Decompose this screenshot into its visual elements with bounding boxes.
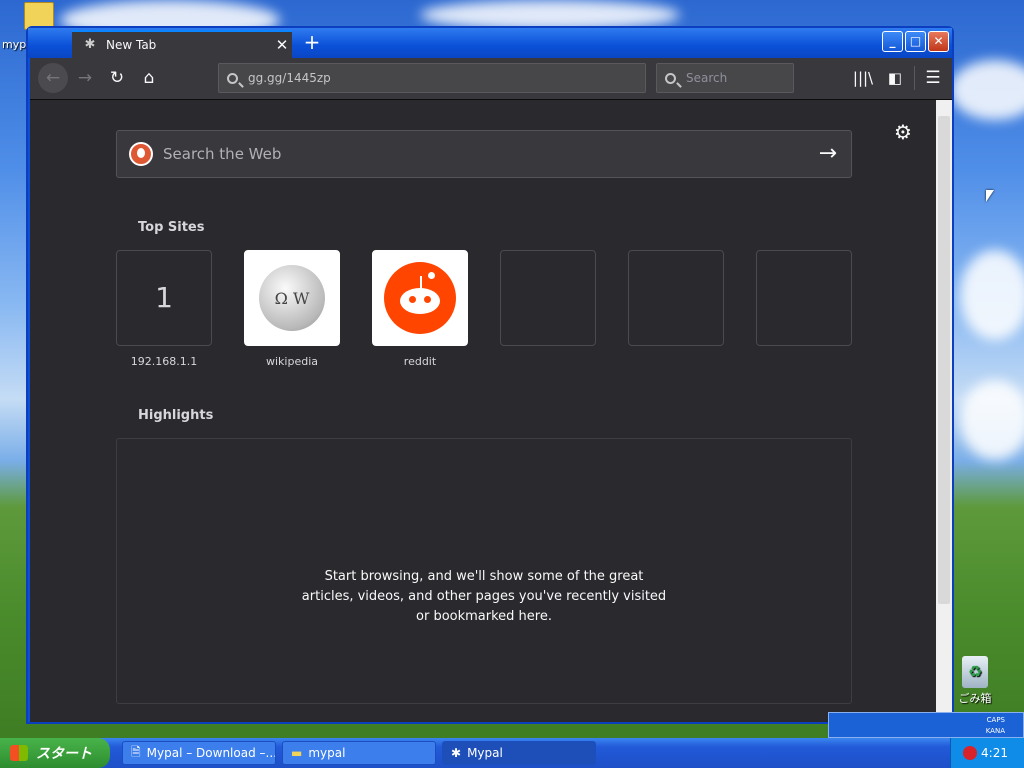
nav-toolbar: ← → ↻ ⌂ gg.gg/1445zp Search |||\ ◧ ☰: [30, 58, 952, 100]
sidebar-button[interactable]: ◧: [880, 63, 910, 93]
cloud: [950, 60, 1024, 120]
top-site-label[interactable]: wikipedia: [232, 355, 352, 368]
shield-icon[interactable]: [963, 746, 977, 760]
home-button[interactable]: ⌂: [134, 63, 164, 93]
search-icon: [227, 72, 238, 84]
kana-indicator: KANA: [985, 727, 1005, 735]
desktop-icon-recycle-bin[interactable]: ♻ ごみ箱: [952, 656, 998, 706]
mouse-cursor-icon: [986, 190, 994, 202]
taskbar-item[interactable]: ▬ mypal: [282, 741, 436, 765]
web-search-placeholder: Search the Web: [163, 145, 282, 163]
mypal-icon: ✱: [451, 746, 462, 760]
highlights-panel: Start browsing, and we'll show some of t…: [116, 438, 852, 704]
taskbar-item-label: Mypal – Download –...: [146, 746, 276, 760]
top-site-tile-reddit[interactable]: [372, 250, 468, 346]
url-text: gg.gg/1445zp: [248, 71, 331, 85]
url-bar[interactable]: gg.gg/1445zp: [218, 63, 646, 93]
windows-logo-icon: [10, 745, 28, 761]
close-window-button[interactable]: ✕: [928, 31, 949, 52]
gear-icon[interactable]: ⚙: [894, 120, 912, 144]
library-button[interactable]: |||\: [848, 63, 878, 93]
tile-letter: 1: [155, 281, 173, 314]
cloud: [960, 380, 1024, 460]
vertical-scrollbar[interactable]: [936, 100, 952, 722]
taskbar-item[interactable]: 🗎 Mypal – Download –...: [122, 741, 276, 765]
taskbar: スタート 🗎 Mypal – Download –... ▬ mypal ✱ M…: [0, 738, 1024, 768]
menu-button[interactable]: ☰: [918, 63, 948, 93]
cloud: [960, 250, 1024, 340]
start-label: スタート: [36, 746, 92, 762]
taskbar-item-label: Mypal: [467, 746, 503, 760]
minimize-button[interactable]: _: [882, 31, 903, 52]
folder-icon: ▬: [291, 746, 303, 760]
taskbar-item-active[interactable]: ✱ Mypal: [442, 741, 596, 765]
search-icon: [665, 72, 676, 84]
top-sites-title: Top Sites: [138, 220, 205, 235]
top-site-tile-wikipedia[interactable]: Ω W: [244, 250, 340, 346]
tab-title: New Tab: [106, 38, 157, 52]
desktop-icon-label: myp: [2, 38, 27, 51]
top-site-tile-empty[interactable]: [500, 250, 596, 346]
highlights-empty-message: Start browsing, and we'll show some of t…: [301, 569, 667, 624]
search-bar[interactable]: Search: [656, 63, 794, 93]
top-site-label[interactable]: reddit: [360, 355, 480, 368]
start-button[interactable]: スタート: [0, 738, 110, 768]
web-search-box[interactable]: Search the Web →: [116, 130, 852, 178]
recycle-bin-label: ごみ箱: [958, 692, 992, 705]
tab-new-tab[interactable]: ✱ New Tab ✕: [72, 30, 292, 58]
reddit-icon: [384, 262, 456, 334]
top-site-label[interactable]: 192.168.1.1: [104, 355, 224, 368]
top-site-tile[interactable]: 1: [116, 250, 212, 346]
mypal-tab-icon: ✱: [84, 37, 96, 52]
top-site-tile-empty[interactable]: [628, 250, 724, 346]
system-tray: 4:21: [950, 738, 1024, 768]
highlights-title: Highlights: [138, 408, 214, 423]
reload-button[interactable]: ↻: [102, 63, 132, 93]
close-tab-icon[interactable]: ✕: [272, 36, 292, 54]
wikipedia-globe-icon: Ω W: [259, 265, 325, 331]
forward-button[interactable]: →: [70, 63, 100, 93]
browser-icon: 🗎: [131, 744, 141, 759]
back-button[interactable]: ←: [38, 63, 68, 93]
title-bar[interactable]: ✱ New Tab ✕ + _ □ ✕: [28, 28, 952, 58]
clock[interactable]: 4:21: [981, 746, 1008, 760]
caps-indicator: CAPS: [986, 716, 1005, 724]
recycle-bin-icon: ♻: [962, 656, 988, 688]
duckduckgo-icon: [129, 142, 153, 166]
new-tab-page: ⚙ Search the Web → Top Sites 1 Ω W 192.1…: [30, 100, 936, 722]
language-bar[interactable]: CAPS KANA: [828, 712, 1024, 738]
new-tab-button[interactable]: +: [300, 31, 324, 55]
search-placeholder: Search: [686, 71, 728, 85]
browser-window: ✱ New Tab ✕ + _ □ ✕ ← → ↻ ⌂ gg.gg/1445zp…: [26, 26, 954, 724]
arrow-right-icon[interactable]: →: [819, 141, 837, 166]
taskbar-item-label: mypal: [308, 746, 346, 760]
scrollbar-thumb[interactable]: [938, 116, 950, 604]
toolbar-divider: [914, 66, 915, 90]
maximize-button[interactable]: □: [905, 31, 926, 52]
top-site-tile-empty[interactable]: [756, 250, 852, 346]
